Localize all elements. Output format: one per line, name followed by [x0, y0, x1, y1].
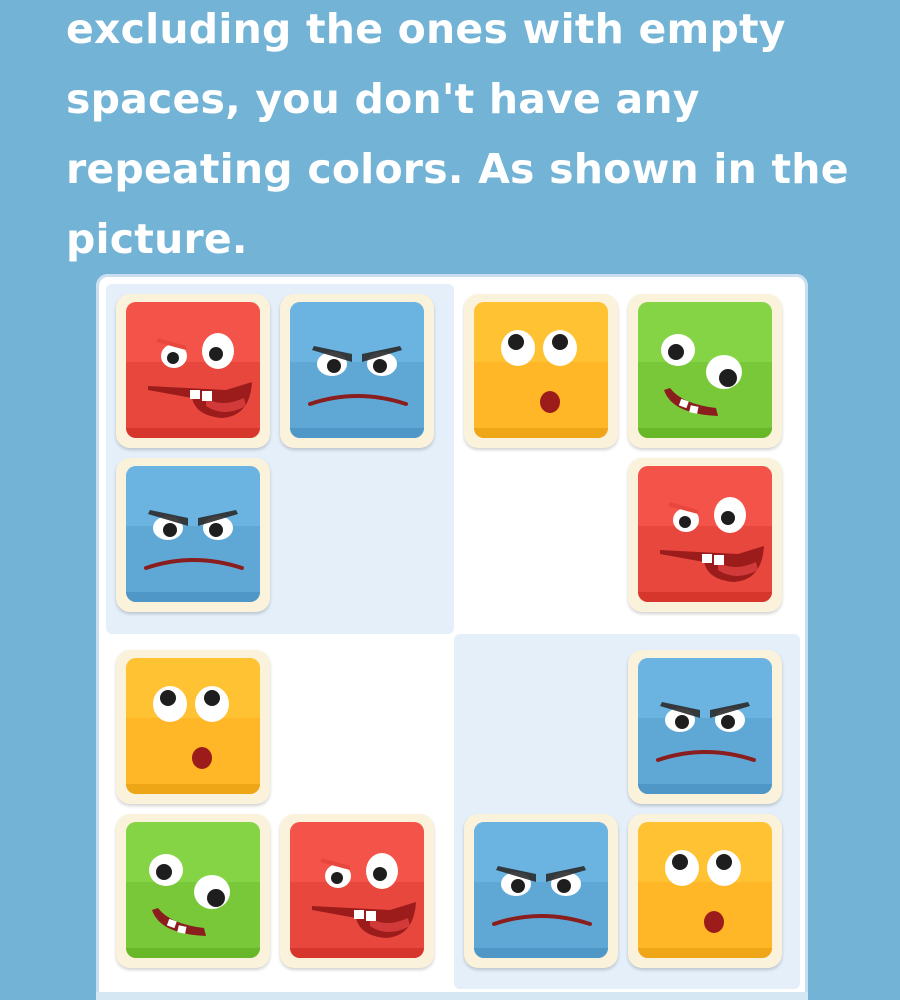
- red-grin-face-icon: [638, 466, 772, 602]
- board-bottom-edge: [96, 992, 808, 1000]
- blue-angry-face-icon: [126, 466, 260, 602]
- blue-tile[interactable]: [464, 814, 618, 968]
- yellow-surprised-face-icon: [474, 302, 608, 438]
- instruction-text: excluding the ones with empty spaces, yo…: [66, 0, 866, 274]
- blue-tile[interactable]: [280, 294, 434, 448]
- yellow-surprised-face-icon: [126, 658, 260, 794]
- yellow-tile[interactable]: [116, 650, 270, 804]
- blue-tile[interactable]: [116, 458, 270, 612]
- green-tile[interactable]: [628, 294, 782, 448]
- red-grin-face-icon: [290, 822, 424, 958]
- blue-angry-face-icon: [638, 658, 772, 794]
- instruction-line: repeating colors. As shown in the: [66, 145, 849, 193]
- instruction-line: picture.: [66, 215, 248, 263]
- blue-tile[interactable]: [628, 650, 782, 804]
- instruction-line: spaces, you don't have any: [66, 75, 700, 123]
- blue-angry-face-icon: [290, 302, 424, 438]
- red-tile[interactable]: [628, 458, 782, 612]
- green-tile[interactable]: [116, 814, 270, 968]
- yellow-tile[interactable]: [628, 814, 782, 968]
- yellow-surprised-face-icon: [638, 822, 772, 958]
- green-smile-face-icon: [638, 302, 772, 438]
- red-tile[interactable]: [116, 294, 270, 448]
- yellow-tile[interactable]: [464, 294, 618, 448]
- blue-angry-face-icon: [474, 822, 608, 958]
- green-smile-face-icon: [126, 822, 260, 958]
- red-tile[interactable]: [280, 814, 434, 968]
- red-grin-face-icon: [126, 302, 260, 438]
- instruction-line: excluding the ones with empty: [66, 5, 786, 53]
- puzzle-board: [96, 274, 808, 1000]
